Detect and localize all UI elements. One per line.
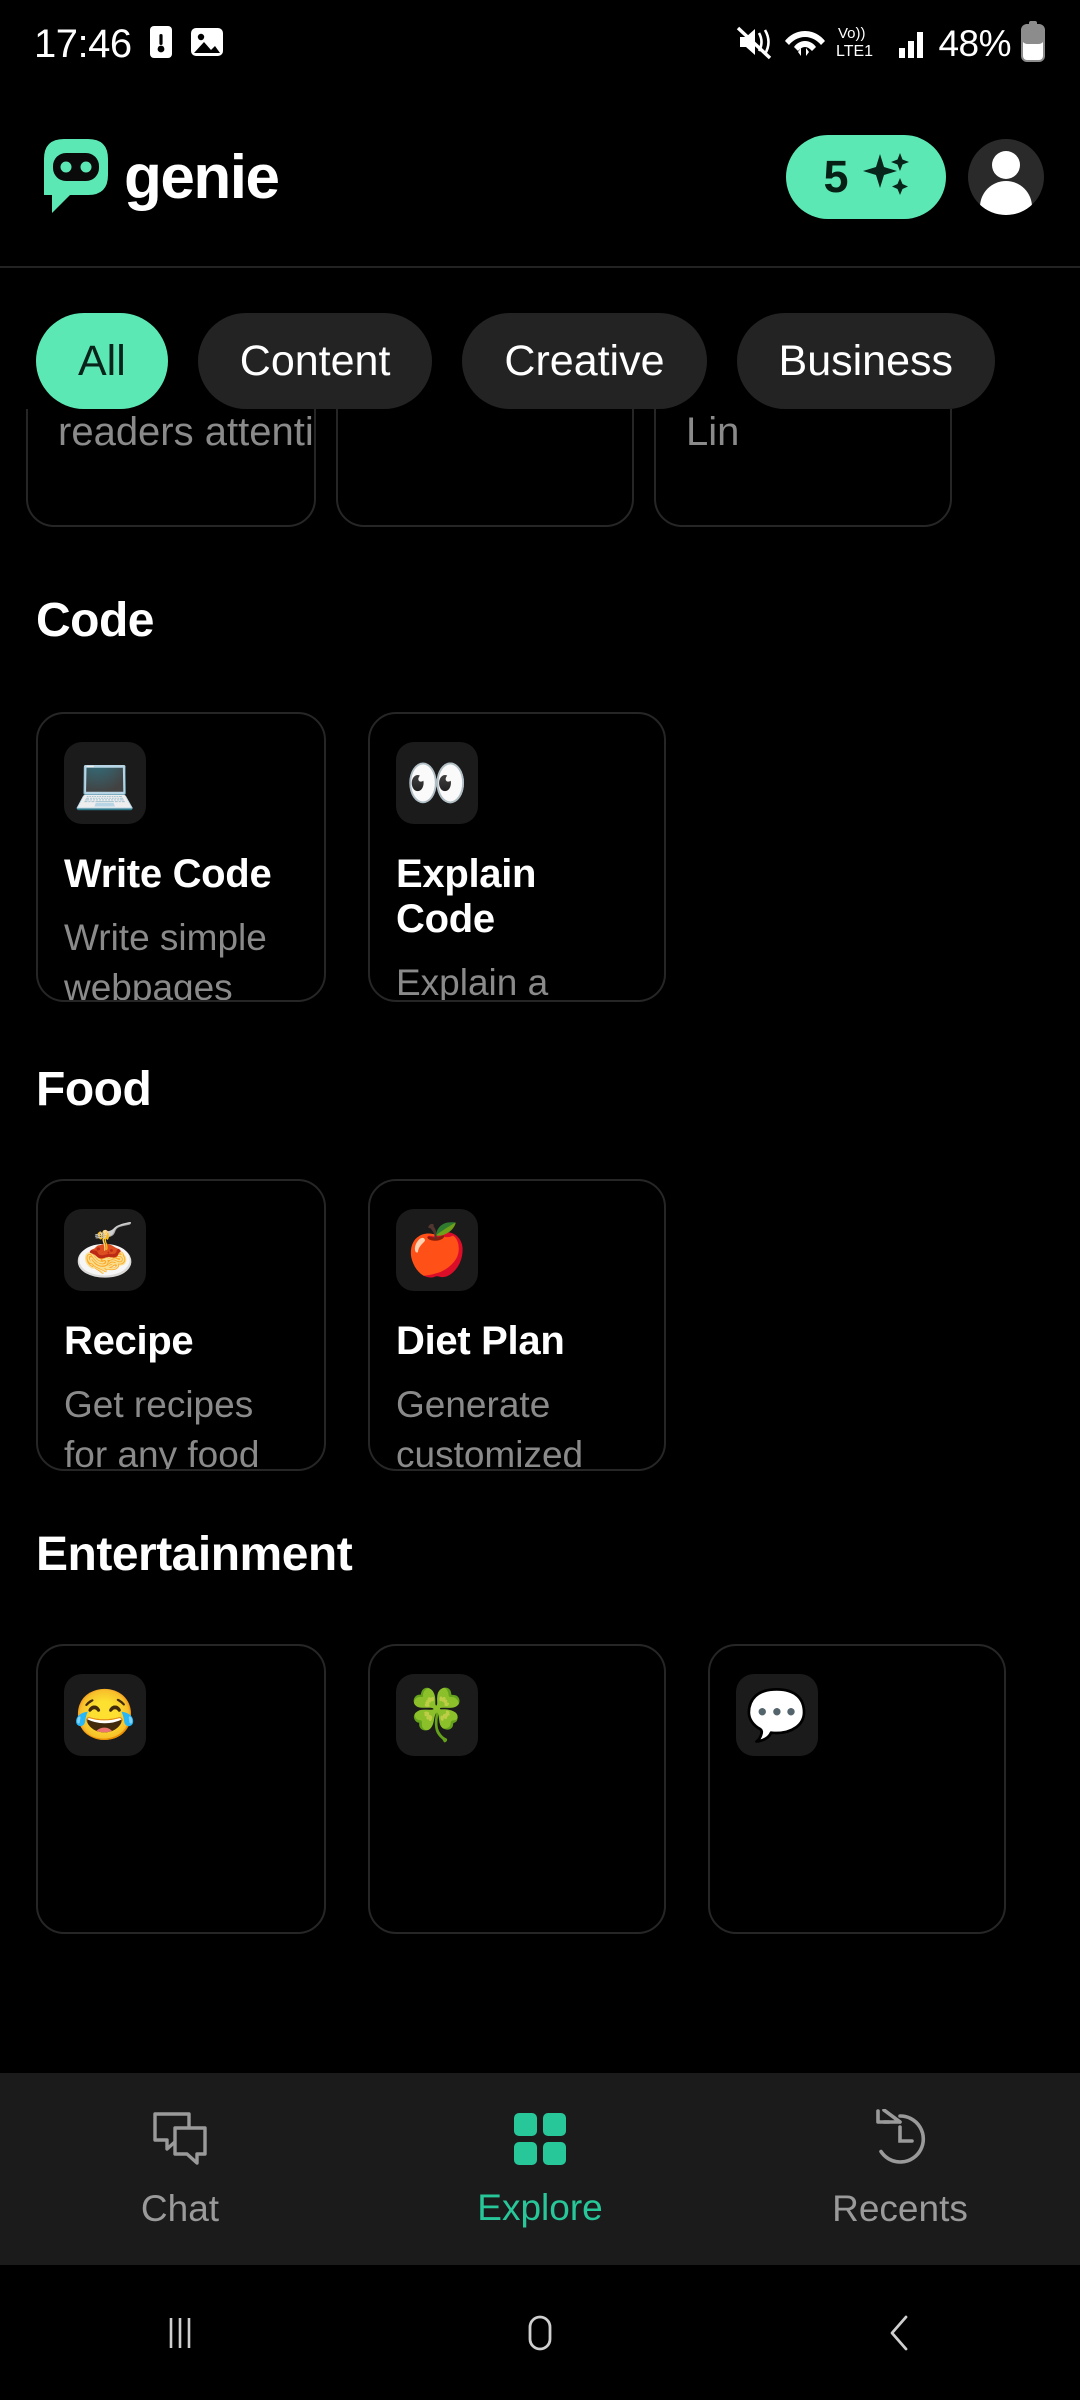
nav-tab-chat[interactable]: Chat [2,2109,358,2230]
card-title: Recipe [64,1319,194,1363]
card-emoji: 😂 [73,1687,137,1743]
section-food: Food 🍝 Recipe Get recipes for any food d… [0,1062,1080,1471]
laptop-emoji-icon: 💻 [64,742,146,824]
status-bar: 17:46 Vo)) LTE1 48% [0,0,1080,88]
bottom-navigation: Chat Explore Recents [0,2073,1080,2265]
svg-text:Vo)): Vo)) [838,25,866,42]
cards-row[interactable]: 🍝 Recipe Get recipes for any food dishes… [36,1179,1044,1471]
card-write-code[interactable]: 💻 Write Code Write simple webpages and a… [36,712,326,1002]
joy-emoji-icon: 😂 [64,1674,146,1756]
battery-percent: 48% [938,23,1011,64]
list-item[interactable]: 😂 [36,1644,326,1934]
apple-emoji-icon: 🍎 [396,1209,478,1291]
recent-apps-icon[interactable] [90,2265,270,2400]
list-item[interactable]: Lin [654,409,952,527]
mute-icon [734,23,774,66]
sparkle-icon [862,151,909,204]
card-title: Write Code [64,852,272,896]
card-emoji: 🍎 [405,1222,469,1278]
status-bar-left: 17:46 [34,22,224,67]
back-icon[interactable] [810,2265,990,2400]
nav-tab-recents[interactable]: Recents [722,2107,1078,2230]
list-item[interactable]: 🍀 [368,1644,666,1934]
battery-icon [1020,20,1046,68]
home-icon[interactable] [450,2265,630,2400]
filter-chip-content[interactable]: Content [197,313,433,409]
wifi-icon [783,22,827,67]
credits-count: 5 [823,151,849,202]
list-item[interactable]: readers attention. [26,409,316,527]
volte-icon: Vo)) LTE1 [836,22,888,67]
card-title: Diet Plan [396,1319,565,1363]
card-description: Generate customized meal plan based on p… [396,1384,584,1471]
card-emoji: 🍝 [73,1222,137,1278]
card-description: Lin [686,410,740,454]
filter-chip-business[interactable]: Business [736,313,996,409]
clover-emoji-icon: 🍀 [396,1674,478,1756]
grid-squares-icon [511,2110,569,2173]
nav-tab-label: Chat [140,2187,220,2229]
phone-link-icon [146,24,176,65]
status-clock: 17:46 [34,21,132,66]
cards-row[interactable]: 😂 🍀 💬 [36,1644,1044,1934]
credits-button[interactable]: 5 [786,135,946,219]
system-navigation-bar [0,2265,1080,2400]
image-icon [190,25,224,64]
card-emoji: 🍀 [405,1687,469,1743]
filter-chip-all[interactable]: All [36,313,168,409]
genie-robot-chat-icon [36,133,116,222]
eyes-emoji-icon: 👀 [396,742,478,824]
card-explain-code[interactable]: 👀 Explain Code Explain a complicated pie… [368,712,666,1002]
svg-text:LTE1: LTE1 [836,43,873,60]
speech-balloon-emoji-icon: 💬 [736,1674,818,1756]
card-title: Explain Code [396,852,537,941]
filter-chip-label: Content [239,336,391,385]
app-title: genie [124,142,280,212]
section-title: Entertainment [36,1528,353,1581]
section-entertainment: Entertainment 😂 🍀 💬 [0,1527,1080,1934]
nav-tab-label: Explore [477,2186,603,2228]
signal-icon [897,24,929,65]
filter-chip-label: All [78,336,126,385]
category-filter-row[interactable]: All Content Creative Business [0,313,1080,409]
avatar[interactable] [968,139,1044,215]
list-item[interactable]: 💬 [708,1644,1006,1934]
nav-tab-explore[interactable]: Explore [362,2110,718,2229]
explore-scroll-area[interactable]: readers attention. Lin Code 💻 Write Code… [0,409,1080,2073]
card-emoji: 👀 [405,755,469,811]
card-recipe[interactable]: 🍝 Recipe Get recipes for any food dishes… [36,1179,326,1471]
section-code: Code 💻 Write Code Write simple webpages … [0,593,1080,1002]
history-clock-icon [870,2107,930,2174]
card-description: Get recipes for any food dishes. [64,1384,260,1471]
card-emoji: 💬 [745,1687,809,1743]
filter-chip-label: Creative [504,336,665,385]
card-diet-plan[interactable]: 🍎 Diet Plan Generate customized meal pla… [368,1179,666,1471]
brand[interactable]: genie [36,133,280,222]
card-emoji: 💻 [73,755,137,811]
chat-bubbles-icon [149,2109,211,2174]
phone-screen: 17:46 Vo)) LTE1 48% genie 5 All Content … [0,0,1080,2400]
filter-chip-creative[interactable]: Creative [462,313,707,409]
nav-tab-label: Recents [832,2187,968,2229]
section-title: Code [36,594,155,647]
section-title: Food [36,1063,152,1116]
card-description: readers attention. [58,410,314,454]
status-bar-right: Vo)) LTE1 48% [734,20,1046,68]
filter-chip-label: Business [778,336,954,385]
spaghetti-emoji-icon: 🍝 [64,1209,146,1291]
app-header: genie 5 [0,88,1080,268]
app-header-actions: 5 [786,135,1044,219]
card-description: Explain a complicated piece of code. [396,962,549,1002]
cards-row[interactable]: 💻 Write Code Write simple webpages and a… [36,712,1044,1002]
card-description: Write simple webpages and applications i… [64,917,267,1002]
clipped-cards-row: readers attention. Lin [0,409,1080,527]
list-item[interactable] [336,409,634,527]
